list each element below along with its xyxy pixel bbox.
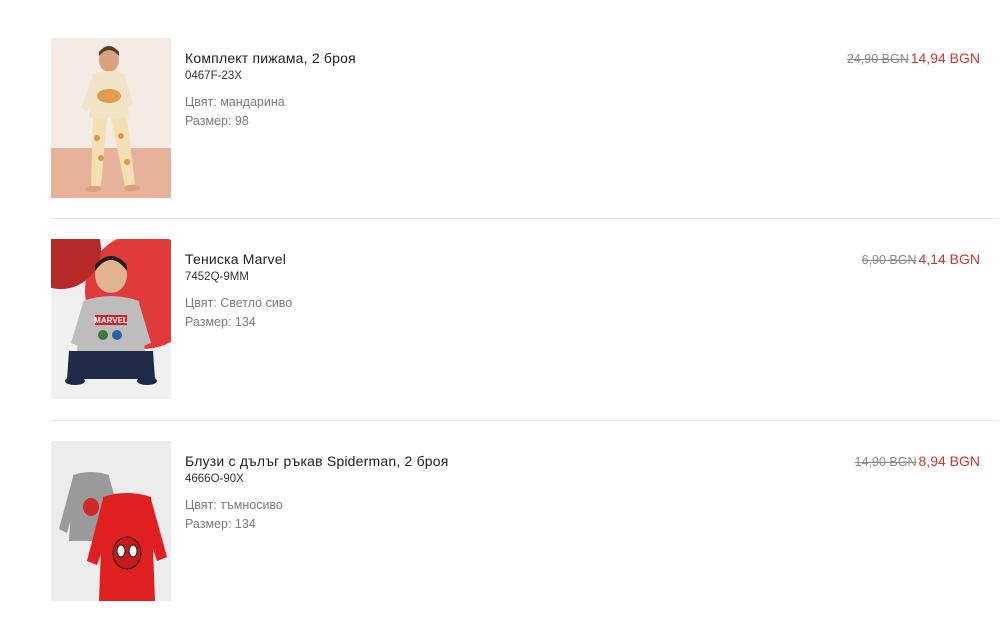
product-image[interactable]: MARVEL [51,239,171,399]
product-price: 24,90 BGN 14,94 BGN [847,49,980,68]
item-divider [51,218,999,219]
product-name[interactable]: Блузи с дълъг ръкав Spiderman, 2 броя [185,452,449,470]
old-price: 24,90 BGN [846,52,909,66]
item-divider [51,420,999,421]
svg-text:MARVEL: MARVEL [94,316,128,325]
color-label: Цвят: [185,95,217,109]
product-info: Блузи с дълъг ръкав Spiderman, 2 броя 46… [185,452,449,534]
product-price: 14,90 BGN 8,94 BGN [855,452,980,471]
size-value: 98 [234,114,249,128]
product-price: 6,90 BGN 4,14 BGN [862,250,980,269]
size-value: 134 [234,517,256,531]
color-value: тъмносиво [220,498,283,512]
kid-marvel-shirt-photo-icon: MARVEL [51,239,171,399]
size-label: Размер: [185,315,232,329]
product-size: Размер: 134 [185,313,292,332]
product-size: Размер: 134 [185,515,449,534]
sale-price: 8,94 BGN [918,453,980,469]
product-color: Цвят: тъмносиво [185,496,449,515]
product-color: Цвят: мандарина [185,93,356,112]
cart-item: Блузи с дълъг ръкав Spiderman, 2 броя 46… [51,441,999,643]
product-sku: 4666O-90X [185,473,244,485]
old-price: 6,90 BGN [861,253,917,267]
product-image[interactable] [51,38,171,198]
cart-item-list: Комплект пижама, 2 броя 0467F-23X Цвят: … [0,0,1004,601]
sale-price: 14,94 BGN [910,50,980,66]
color-label: Цвят: [185,498,217,512]
cart-item: MARVEL Тениска Marvel 7452Q-9MM Цвят: Св… [51,239,999,441]
product-info: Комплект пижама, 2 броя 0467F-23X Цвят: … [185,49,356,131]
product-sku: 7452Q-9MM [185,271,249,283]
color-value: Светло сиво [220,296,293,310]
product-image[interactable] [51,441,171,601]
color-label: Цвят: [185,296,217,310]
product-name[interactable]: Тениска Marvel [185,250,292,268]
size-label: Размер: [185,517,232,531]
sale-price: 4,14 BGN [918,251,980,267]
size-label: Размер: [185,114,232,128]
color-value: мандарина [220,95,285,109]
old-price: 14,90 BGN [854,455,917,469]
product-info: Тениска Marvel 7452Q-9MM Цвят: Светло си… [185,250,292,332]
product-size: Размер: 98 [185,112,356,131]
product-color: Цвят: Светло сиво [185,294,292,313]
product-sku: 0467F-23X [185,70,242,82]
size-value: 134 [234,315,256,329]
spiderman-shirts-photo-icon [51,441,171,601]
cart-item: Комплект пижама, 2 броя 0467F-23X Цвят: … [51,38,999,240]
kid-pajama-photo-icon [51,38,171,198]
product-name[interactable]: Комплект пижама, 2 броя [185,49,356,67]
